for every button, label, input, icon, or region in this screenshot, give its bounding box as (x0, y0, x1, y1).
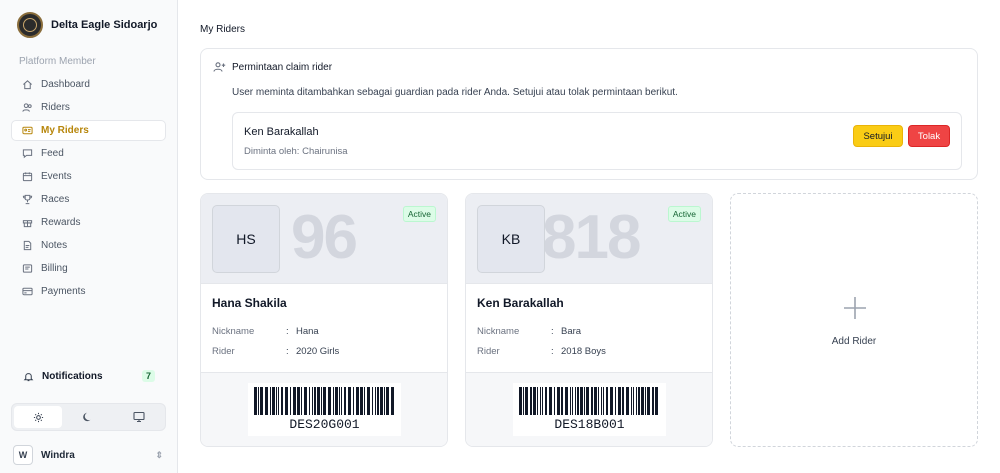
light-theme-button[interactable] (14, 406, 63, 428)
rider-initials: HS (212, 205, 280, 273)
org-switcher[interactable]: Delta Eagle Sidoarjo (17, 12, 157, 38)
chat-icon (22, 149, 33, 159)
trophy-icon (22, 194, 33, 205)
rider-card-header: 818 KB Active (466, 194, 712, 284)
rider-card[interactable]: 96 HS Active Hana Shakila Nickname: Hana… (200, 193, 448, 447)
avatar: W (13, 445, 33, 465)
user-name: Windra (41, 449, 75, 461)
request-rider-name: Ken Barakallah (244, 126, 319, 138)
claim-request-panel: Permintaan claim rider User meminta dita… (200, 48, 978, 180)
id-card-icon (22, 126, 33, 135)
claim-request-item: Ken Barakallah Diminta oleh: Chairunisa … (232, 112, 962, 170)
monitor-icon (133, 411, 145, 423)
sidebar-item-races[interactable]: Races (11, 189, 166, 210)
barcode-bars (254, 387, 394, 415)
sun-icon (33, 412, 43, 422)
claim-request-description: User meminta ditambahkan sebagai guardia… (232, 87, 678, 98)
user-menu[interactable]: W Windra ⇕ (13, 445, 163, 465)
barcode-code: DES20G001 (289, 417, 360, 432)
notifications-label: Notifications (42, 370, 103, 382)
barcode: DES18B001 (513, 383, 666, 436)
sidebar-section-label: Platform Member (19, 56, 96, 67)
sidebar-item-notes[interactable]: Notes (11, 235, 166, 256)
add-rider-card[interactable]: Add Rider (730, 193, 978, 447)
system-theme-button[interactable] (115, 406, 163, 428)
rider-card[interactable]: 818 KB Active Ken Barakallah Nickname: B… (465, 193, 713, 447)
barcode: DES20G001 (248, 383, 401, 436)
nickname-row: Nickname: Hana (212, 326, 319, 337)
note-icon (23, 240, 32, 251)
reject-button[interactable]: Tolak (908, 125, 950, 147)
rider-name: Ken Barakallah (477, 296, 564, 310)
sidebar-item-label: Notes (41, 240, 68, 251)
nickname-label: Nickname (212, 326, 255, 337)
sidebar-item-dashboard[interactable]: Dashboard (11, 74, 166, 95)
barcode-code: DES18B001 (554, 417, 625, 432)
sidebar-item-label: Events (41, 171, 72, 182)
request-requester: Diminta oleh: Chairunisa (244, 146, 348, 157)
barcode-section: DES18B001 (466, 372, 712, 446)
rider-initials: KB (477, 205, 545, 273)
sidebar-item-label: Feed (41, 148, 64, 159)
sidebar-item-billing[interactable]: Billing (11, 258, 166, 279)
rider-number: 96 (291, 203, 358, 272)
status-badge: Active (667, 206, 701, 222)
nickname-value: Bara (561, 326, 582, 337)
category-row: Rider: 2018 Boys (477, 346, 606, 357)
sidebar-item-my-riders[interactable]: My Riders (11, 120, 166, 141)
sidebar-item-feed[interactable]: Feed (11, 143, 166, 164)
rider-label: Rider (477, 346, 500, 357)
nickname-row: Nickname: Bara (477, 326, 582, 337)
rider-label: Rider (212, 346, 235, 357)
rider-name: Hana Shakila (212, 296, 287, 310)
bell-icon (23, 372, 34, 381)
dark-theme-button[interactable] (64, 406, 112, 428)
chevron-up-down-icon: ⇕ (155, 449, 163, 460)
approve-button[interactable]: Setujui (853, 125, 903, 147)
org-logo (17, 12, 43, 38)
plus-icon (844, 297, 866, 319)
nickname-value: Hana (296, 326, 319, 337)
home-icon (23, 80, 32, 90)
sidebar-item-events[interactable]: Events (11, 166, 166, 187)
sidebar-item-label: Rewards (41, 217, 81, 228)
sidebar-item-label: Riders (41, 102, 70, 113)
moon-icon (83, 412, 91, 422)
rider-number: 818 (542, 203, 641, 272)
page-title: My Riders (200, 24, 246, 35)
sidebar-item-payments[interactable]: Payments (11, 281, 166, 302)
sidebar-item-label: Billing (41, 263, 68, 274)
rider-card-header: 96 HS Active (201, 194, 447, 284)
gift-icon (22, 220, 33, 228)
sidebar-item-riders[interactable]: Riders (11, 97, 166, 118)
sidebar-item-label: Races (41, 194, 70, 205)
wallet-icon (22, 264, 33, 273)
theme-toggle (11, 403, 166, 431)
status-badge: Active (402, 206, 436, 222)
barcode-bars (519, 387, 658, 415)
nickname-label: Nickname (477, 326, 520, 337)
notifications-count-badge: 7 (141, 370, 155, 382)
notifications-button[interactable]: Notifications 7 (23, 370, 155, 382)
org-name: Delta Eagle Sidoarjo (51, 19, 158, 31)
credit-card-icon (22, 287, 33, 296)
sidebar: Delta Eagle Sidoarjo Platform Member Das… (0, 0, 178, 473)
barcode-section: DES20G001 (201, 372, 447, 446)
sidebar-nav: Dashboard Riders My Riders Feed Events R… (11, 74, 166, 304)
sidebar-item-label: Payments (41, 286, 86, 297)
users-icon (22, 103, 32, 112)
user-plus-icon (213, 62, 226, 72)
claim-request-header: Permintaan claim rider (213, 61, 332, 73)
sidebar-item-label: Dashboard (41, 79, 90, 90)
category-value: 2020 Girls (296, 346, 340, 357)
category-value: 2018 Boys (561, 346, 606, 357)
sidebar-item-rewards[interactable]: Rewards (11, 212, 166, 233)
calendar-icon (22, 172, 33, 182)
claim-request-title: Permintaan claim rider (232, 61, 333, 73)
add-rider-label: Add Rider (831, 336, 877, 347)
category-row: Rider: 2020 Girls (212, 346, 340, 357)
sidebar-item-label: My Riders (41, 125, 89, 136)
